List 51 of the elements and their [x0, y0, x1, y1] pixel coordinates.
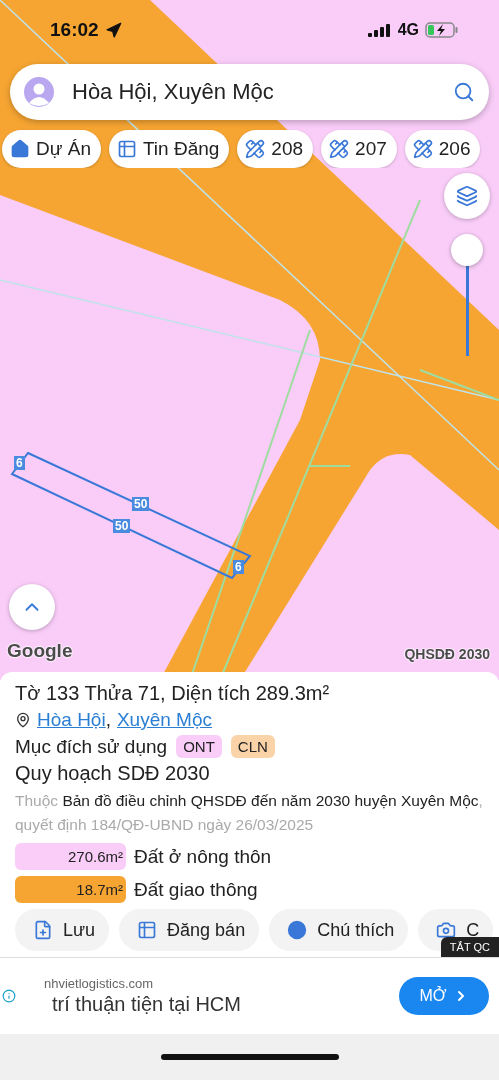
- commune-link[interactable]: Hòa Hội: [37, 709, 106, 731]
- legend-label: Đất giao thông: [134, 878, 258, 901]
- close-ad-button[interactable]: TẮT QC: [440, 937, 499, 957]
- filter-chip[interactable]: 207: [321, 130, 397, 168]
- status-time: 16:02: [50, 19, 99, 41]
- pin-icon: [15, 712, 31, 728]
- add-file-icon: [33, 920, 53, 940]
- table-icon: [137, 920, 158, 940]
- ad-domain: nhvietlogistics.com: [43, 976, 155, 991]
- dimension-label: 50: [132, 497, 150, 511]
- parcel-title: Tờ 133 Thửa 71, Diện tích 289.3m²: [15, 682, 331, 705]
- filter-chip[interactable]: 206: [404, 130, 481, 168]
- layers-icon: [456, 185, 478, 207]
- land-use-tag: CLN: [230, 735, 275, 758]
- search-value: Hòa Hội, Xuyên Mộc: [72, 79, 275, 105]
- action-button[interactable]: Chú thích: [269, 909, 409, 951]
- land-use-tag: ONT: [176, 735, 222, 758]
- purpose-label: Mục đích sử dụng: [15, 735, 168, 758]
- search-bar[interactable]: Hòa Hội, Xuyên Mộc: [10, 64, 489, 120]
- open-button[interactable]: MỞ: [399, 977, 489, 1015]
- filter-chip[interactable]: Dự Án: [2, 130, 101, 168]
- signal-icon: [367, 23, 392, 37]
- dimension-label: 50: [113, 519, 131, 533]
- dimension-label: 6: [14, 456, 25, 470]
- ad-headline: trí thuận tiện tại HCM: [51, 993, 242, 1016]
- district-link[interactable]: Xuyên Mộc: [116, 709, 212, 731]
- area-swatch: 18.7m²: [15, 876, 126, 903]
- plan-note: Thuộc Bản đồ điều chỉnh QHSDĐ đến năm 2030 huyện Xuyên Mộc, quyết định 184/QĐ-UBND ngày 26/03/2025: [15, 791, 484, 835]
- network-type: 4G: [397, 21, 419, 39]
- filter-chip[interactable]: 208: [237, 130, 314, 168]
- map-attribution: Google: [7, 640, 73, 662]
- camera-icon: [436, 920, 457, 940]
- ruler-pencil-icon: [412, 139, 433, 159]
- action-button[interactable]: Lưu: [15, 909, 110, 951]
- filter-chip[interactable]: Tin Đăng: [108, 130, 230, 168]
- separator: ,: [105, 709, 111, 731]
- ruler-pencil-icon: [329, 139, 350, 159]
- ruler-pencil-icon: [245, 139, 266, 159]
- plan-title: Quy hoạch SDĐ 2030: [15, 762, 211, 785]
- action-button[interactable]: Đăng bán: [119, 909, 260, 951]
- legend-label: Đất ở nông thôn: [134, 845, 272, 868]
- layer-label: QHSDĐ 2030: [404, 646, 490, 662]
- area-swatch: 270.6m²: [15, 843, 126, 870]
- table-icon: [116, 139, 137, 159]
- info-icon[interactable]: [2, 989, 16, 1003]
- location-arrow-icon: [104, 21, 122, 39]
- dimension-label: 6: [233, 560, 244, 574]
- search-icon[interactable]: [453, 81, 475, 103]
- house-icon: [10, 139, 30, 159]
- battery-charging-icon: [425, 22, 459, 38]
- avatar-icon: [24, 77, 54, 107]
